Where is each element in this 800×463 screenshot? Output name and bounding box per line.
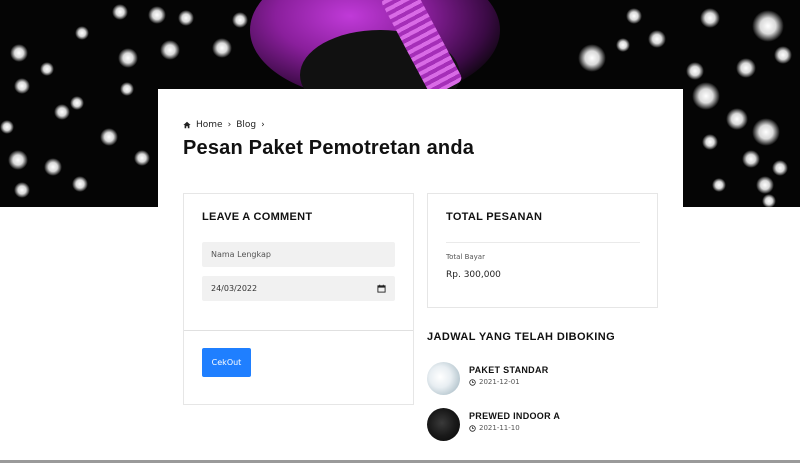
booking-date-text: 2021-12-01	[479, 378, 520, 386]
comment-form-card: LEAVE A COMMENT Nama Lengkap 24/03/2022 …	[183, 193, 414, 405]
clock-icon	[469, 378, 476, 386]
checkout-button[interactable]: CekOut	[202, 348, 251, 377]
schedule-title: JADWAL YANG TELAH DIBOKING	[427, 331, 616, 343]
breadcrumb: Home › Blog ›	[183, 120, 265, 130]
booking-name[interactable]: PAKET STANDAR	[469, 365, 549, 375]
page-title: Pesan Paket Pemotretan anda	[183, 137, 475, 159]
calendar-icon[interactable]	[377, 284, 386, 293]
form-divider	[184, 330, 413, 331]
name-input[interactable]: Nama Lengkap	[202, 242, 395, 267]
list-item[interactable]: PREWED INDOOR A 2021-11-10	[427, 408, 560, 441]
comment-form-title: LEAVE A COMMENT	[202, 211, 313, 223]
name-input-placeholder: Nama Lengkap	[211, 250, 271, 259]
order-total-title: TOTAL PESANAN	[446, 211, 543, 223]
total-value: Rp. 300,000	[446, 270, 501, 280]
home-icon	[183, 121, 191, 129]
total-label: Total Bayar	[446, 253, 485, 261]
breadcrumb-separator: ›	[261, 120, 265, 130]
booking-date: 2021-11-10	[469, 424, 560, 432]
booking-date: 2021-12-01	[469, 378, 549, 386]
date-input-value: 24/03/2022	[211, 284, 258, 293]
breadcrumb-home-link[interactable]: Home	[196, 120, 223, 130]
order-total-divider	[446, 242, 640, 243]
booking-thumbnail	[427, 408, 460, 441]
list-item[interactable]: PAKET STANDAR 2021-12-01	[427, 362, 549, 395]
order-total-card: TOTAL PESANAN Total Bayar Rp. 300,000	[427, 193, 658, 308]
booking-name[interactable]: PREWED INDOOR A	[469, 411, 560, 421]
breadcrumb-separator: ›	[227, 120, 232, 130]
breadcrumb-blog-link[interactable]: Blog	[236, 120, 256, 130]
booking-date-text: 2021-11-10	[479, 424, 520, 432]
date-input[interactable]: 24/03/2022	[202, 276, 395, 301]
booking-thumbnail	[427, 362, 460, 395]
clock-icon	[469, 424, 476, 432]
